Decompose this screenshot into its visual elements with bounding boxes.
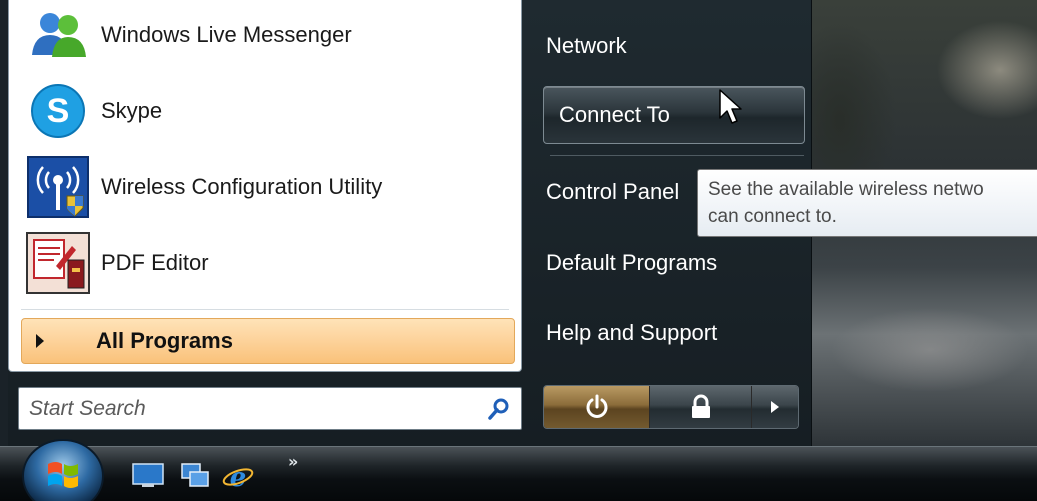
search-input[interactable] <box>19 388 483 429</box>
skype-icon: S <box>25 78 91 144</box>
svg-text:e: e <box>230 463 247 490</box>
program-label: Skype <box>101 98 163 123</box>
menu-item-connect-to[interactable]: Connect To <box>543 86 805 144</box>
programs-pane: Windows Live Messenger S Skype Wireless … <box>8 0 522 372</box>
wireless-config-icon <box>25 154 91 220</box>
program-item-wireless-config[interactable]: Wireless Configuration Utility <box>25 154 505 220</box>
menu-item-default-programs[interactable]: Default Programs <box>546 243 717 283</box>
program-item-messenger[interactable]: Windows Live Messenger <box>25 2 505 68</box>
program-label: PDF Editor <box>101 250 209 275</box>
all-programs-button[interactable]: All Programs <box>21 318 515 364</box>
right-pane-separator <box>550 155 804 156</box>
tooltip-line-2: can connect to. <box>708 206 837 227</box>
play-arrow-icon <box>36 334 44 348</box>
power-button[interactable] <box>544 386 650 428</box>
menu-item-help-support[interactable]: Help and Support <box>546 313 717 353</box>
messenger-icon <box>25 2 91 68</box>
search-icon[interactable] <box>483 393 515 425</box>
power-icon <box>586 394 607 418</box>
connect-to-label: Connect To <box>559 102 670 127</box>
arrow-right-icon <box>771 401 779 413</box>
mouse-cursor-icon <box>719 89 742 124</box>
menu-item-network[interactable]: Network <box>546 26 627 66</box>
program-item-skype[interactable]: S Skype <box>25 78 505 144</box>
show-desktop-icon[interactable] <box>132 462 164 490</box>
power-button-group <box>543 385 799 429</box>
lock-button[interactable] <box>650 386 752 428</box>
svg-text:S: S <box>47 92 70 130</box>
program-item-pdf-editor[interactable]: PDF Editor <box>25 230 505 296</box>
connect-to-tooltip: See the available wireless netwo can con… <box>697 169 1037 237</box>
quick-launch-overflow-icon[interactable]: » <box>288 452 298 471</box>
start-search-box <box>18 387 522 430</box>
all-programs-label: All Programs <box>96 328 233 353</box>
program-label: Wireless Configuration Utility <box>101 174 383 199</box>
pdf-editor-icon <box>25 230 91 296</box>
shutdown-options-button[interactable] <box>752 386 798 428</box>
menu-item-control-panel[interactable]: Control Panel <box>546 172 679 212</box>
start-menu: Windows Live Messenger S Skype Wireless … <box>8 0 812 446</box>
tooltip-line-1: See the available wireless netwo <box>708 179 984 200</box>
lock-icon <box>691 394 710 418</box>
switch-windows-icon[interactable] <box>180 462 212 490</box>
start-orb-button[interactable] <box>20 436 106 501</box>
program-label: Windows Live Messenger <box>101 22 352 47</box>
programs-separator <box>21 309 509 310</box>
internet-explorer-icon[interactable]: e <box>222 462 254 490</box>
